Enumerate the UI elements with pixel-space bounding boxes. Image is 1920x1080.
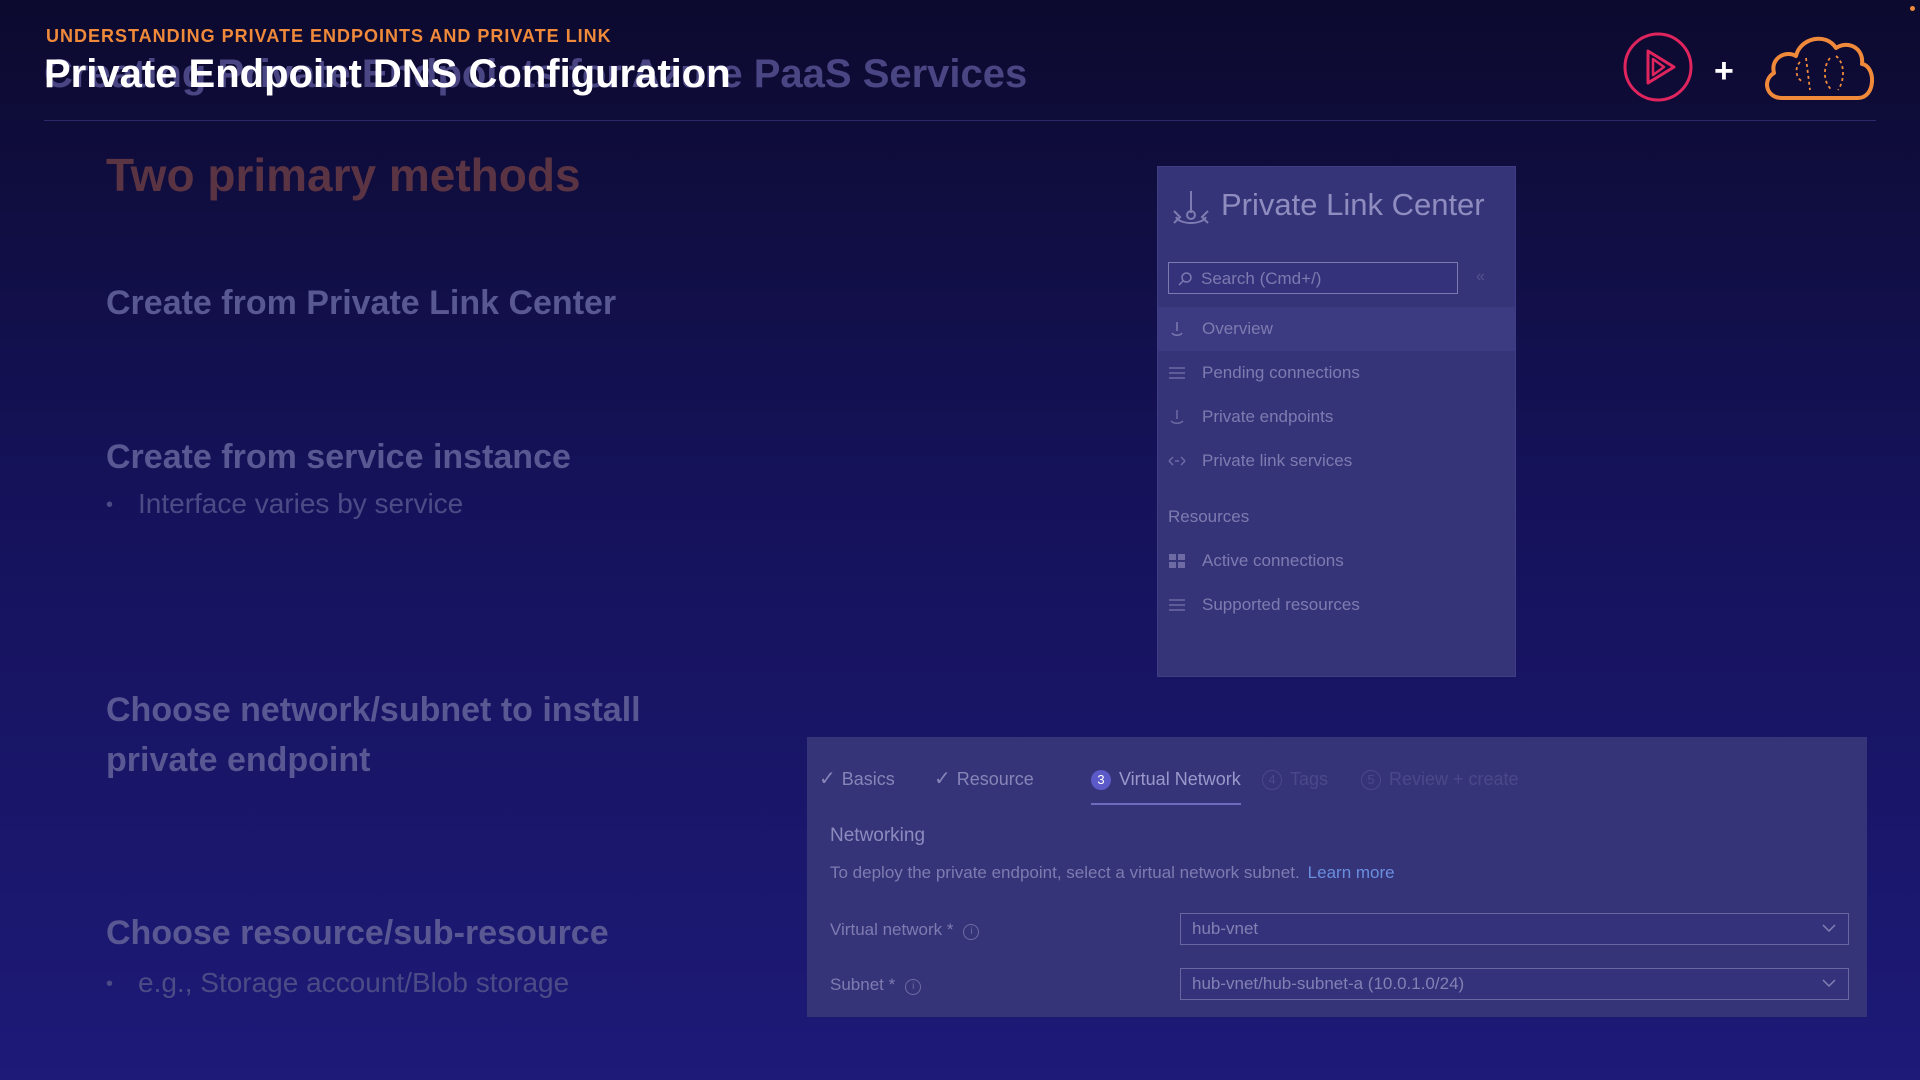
step-number-badge: 4 <box>1262 770 1282 790</box>
subnet-select[interactable]: hub-vnet/hub-subnet-a (10.0.1.0/24) <box>1180 968 1849 1000</box>
resources-heading: Resources <box>1168 507 1250 526</box>
check-icon: ✓ <box>934 768 951 790</box>
search-box[interactable] <box>1168 262 1458 295</box>
side-menu: Overview Pending connections Private end… <box>1158 307 1515 627</box>
networking-heading: Networking <box>830 825 926 846</box>
tab-tags[interactable]: 4 Tags <box>1262 763 1328 803</box>
bullet-storage-example: • e.g., Storage account/Blob storage <box>106 967 570 998</box>
menu-item-overview[interactable]: Overview <box>1158 307 1515 351</box>
method-private-link-center: Create from Private Link Center <box>106 284 617 322</box>
private-link-center-panel: Private Link Center « Overview Pending c… <box>1157 166 1516 677</box>
menu-item-active-connections[interactable]: Active connections <box>1158 539 1515 583</box>
virtual-network-select[interactable]: hub-vnet <box>1180 913 1849 945</box>
grid-icon <box>1169 554 1185 568</box>
tab-review-create[interactable]: 5 Review + create <box>1361 763 1519 803</box>
search-icon <box>1178 272 1192 286</box>
learn-more-link[interactable]: Learn more <box>1308 863 1395 882</box>
panel-title: Private Link Center <box>1221 187 1485 222</box>
tab-resource[interactable]: ✓ Resource <box>934 763 1034 803</box>
chevron-down-icon <box>1822 979 1836 988</box>
menu-item-supported-resources[interactable]: Supported resources <box>1158 583 1515 627</box>
menu-item-private-link-services[interactable]: Private link services <box>1158 439 1515 483</box>
check-icon: ✓ <box>819 768 836 790</box>
link-icon <box>1168 456 1186 466</box>
create-private-endpoint-panel: ✓ Basics ✓ Resource 3 Virtual Network 4 Tags… <box>807 737 1867 1017</box>
corner-dot <box>1910 6 1915 11</box>
header-divider <box>44 120 1876 121</box>
step-choose-network: Choose network/subnet to install private… <box>106 691 641 779</box>
private-link-icon <box>1173 191 1209 224</box>
step-choose-resource: Choose resource/sub-resource <box>106 914 609 952</box>
search-input[interactable] <box>1199 263 1453 295</box>
bullet-interface-varies: • Interface varies by service <box>106 488 464 519</box>
overview-icon <box>1171 322 1183 336</box>
endpoint-icon <box>1170 410 1184 424</box>
tab-virtual-network[interactable]: 3 Virtual Network <box>1091 763 1241 805</box>
networking-description: To deploy the private endpoint, select a… <box>830 863 1395 882</box>
play-logo-icon <box>1623 32 1693 102</box>
info-icon[interactable]: i <box>963 924 980 940</box>
menu-item-pending-connections[interactable]: Pending connections <box>1158 351 1515 395</box>
collapse-menu-icon[interactable]: « <box>1476 268 1485 286</box>
plus-icon: + <box>1714 52 1734 90</box>
step-number-badge: 3 <box>1091 770 1111 790</box>
list-icon <box>1169 599 1185 611</box>
section-heading: Two primary methods <box>106 149 581 201</box>
course-eyebrow: UNDERSTANDING PRIVATE ENDPOINTS AND PRIV… <box>46 26 612 46</box>
info-icon[interactable]: i <box>905 979 922 995</box>
list-icon <box>1169 367 1185 379</box>
step-number-badge: 5 <box>1361 770 1381 790</box>
menu-item-private-endpoints[interactable]: Private endpoints <box>1158 395 1515 439</box>
tab-basics[interactable]: ✓ Basics <box>819 763 895 803</box>
subnet-label: Subnet * i <box>830 975 922 995</box>
bullet-dot: • <box>106 973 114 996</box>
chevron-down-icon <box>1822 924 1836 933</box>
bullet-dot: • <box>106 494 114 517</box>
cloud-brain-icon <box>1765 36 1875 100</box>
page-title: Private Endpoint DNS Configuration <box>44 52 731 96</box>
method-service-instance: Create from service instance <box>106 438 571 476</box>
virtual-network-label: Virtual network * i <box>830 920 980 940</box>
